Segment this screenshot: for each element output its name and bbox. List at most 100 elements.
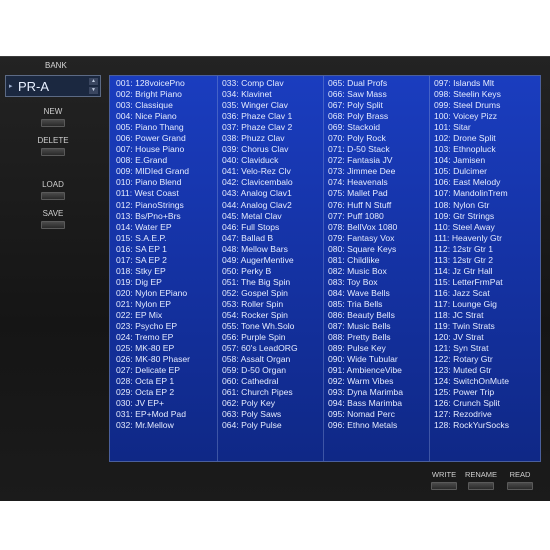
patch-item[interactable]: 116: Jazz Scat bbox=[429, 288, 534, 299]
patch-item[interactable]: 040: Claviduck bbox=[217, 155, 322, 166]
patch-item[interactable]: 068: Poly Brass bbox=[323, 111, 428, 122]
patch-item[interactable]: 016: SA EP 1 bbox=[111, 244, 216, 255]
patch-item[interactable]: 106: East Melody bbox=[429, 177, 534, 188]
patch-item[interactable]: 011: West Coast bbox=[111, 188, 216, 199]
patch-item[interactable]: 058: Assalt Organ bbox=[217, 354, 322, 365]
patch-item[interactable]: 122: Rotary Gtr bbox=[429, 354, 534, 365]
patch-item[interactable]: 014: Water EP bbox=[111, 222, 216, 233]
patch-item[interactable]: 048: Mellow Bars bbox=[217, 244, 322, 255]
patch-item[interactable]: 109: Gtr Strings bbox=[429, 211, 534, 222]
patch-item[interactable]: 033: Comp Clav bbox=[217, 78, 322, 89]
patch-item[interactable]: 063: Poly Saws bbox=[217, 409, 322, 420]
patch-item[interactable]: 100: Voicey Pizz bbox=[429, 111, 534, 122]
patch-item[interactable]: 051: The Big Spin bbox=[217, 277, 322, 288]
patch-item[interactable]: 034: Klavinet bbox=[217, 89, 322, 100]
patch-item[interactable]: 096: Ethno Metals bbox=[323, 420, 428, 431]
patch-item[interactable]: 061: Church Pipes bbox=[217, 387, 322, 398]
patch-item[interactable]: 024: Tremo EP bbox=[111, 332, 216, 343]
patch-item[interactable]: 121: Syn Strat bbox=[429, 343, 534, 354]
patch-item[interactable]: 073: Jimmee Dee bbox=[323, 166, 428, 177]
delete-button[interactable]: DELETE bbox=[8, 136, 98, 156]
patch-item[interactable]: 036: Phaze Clav 1 bbox=[217, 111, 322, 122]
read-button[interactable]: READ bbox=[498, 470, 542, 490]
patch-item[interactable]: 060: Cathedral bbox=[217, 376, 322, 387]
patch-item[interactable]: 039: Chorus Clav bbox=[217, 144, 322, 155]
load-button-cap[interactable] bbox=[41, 192, 65, 200]
patch-item[interactable]: 022: EP Mix bbox=[111, 310, 216, 321]
patch-item[interactable]: 072: Fantasia JV bbox=[323, 155, 428, 166]
patch-item[interactable]: 006: Power Grand bbox=[111, 133, 216, 144]
patch-item[interactable]: 112: 12str Gtr 1 bbox=[429, 244, 534, 255]
patch-item[interactable]: 001: 128voicePno bbox=[111, 78, 216, 89]
patch-item[interactable]: 089: Pulse Key bbox=[323, 343, 428, 354]
bank-selector[interactable]: ▸ PR-A ▲ ▼ bbox=[5, 75, 101, 97]
patch-item[interactable]: 002: Bright Piano bbox=[111, 89, 216, 100]
patch-item[interactable]: 092: Warm Vibes bbox=[323, 376, 428, 387]
delete-button-cap[interactable] bbox=[41, 148, 65, 156]
patch-item[interactable]: 005: Piano Thang bbox=[111, 122, 216, 133]
patch-item[interactable]: 032: Mr.Mellow bbox=[111, 420, 216, 431]
patch-item[interactable]: 079: Fantasy Vox bbox=[323, 233, 428, 244]
patch-item[interactable]: 010: Piano Blend bbox=[111, 177, 216, 188]
patch-item[interactable]: 124: SwitchOnMute bbox=[429, 376, 534, 387]
patch-item[interactable]: 050: Perky B bbox=[217, 266, 322, 277]
patch-item[interactable]: 047: Ballad B bbox=[217, 233, 322, 244]
patch-item[interactable]: 042: Clavicembalo bbox=[217, 177, 322, 188]
patch-item[interactable]: 057: 60's LeadORG bbox=[217, 343, 322, 354]
patch-item[interactable]: 119: Twin Strats bbox=[429, 321, 534, 332]
patch-item[interactable]: 066: Saw Mass bbox=[323, 89, 428, 100]
patch-item[interactable]: 114: Jz Gtr Hall bbox=[429, 266, 534, 277]
patch-item[interactable]: 023: Psycho EP bbox=[111, 321, 216, 332]
patch-item[interactable]: 055: Tone Wh.Solo bbox=[217, 321, 322, 332]
bank-down-icon[interactable]: ▼ bbox=[89, 87, 98, 94]
patch-item[interactable]: 070: Poly Rock bbox=[323, 133, 428, 144]
patch-item[interactable]: 104: Jamisen bbox=[429, 155, 534, 166]
patch-item[interactable]: 074: Heavenals bbox=[323, 177, 428, 188]
patch-item[interactable]: 086: Beauty Bells bbox=[323, 310, 428, 321]
patch-item[interactable]: 028: Octa EP 1 bbox=[111, 376, 216, 387]
patch-item[interactable]: 012: PianoStrings bbox=[111, 200, 216, 211]
patch-item[interactable]: 120: JV Strat bbox=[429, 332, 534, 343]
patch-item[interactable]: 021: Nylon EP bbox=[111, 299, 216, 310]
patch-item[interactable]: 013: Bs/Pno+Brs bbox=[111, 211, 216, 222]
patch-item[interactable]: 103: Ethnopluck bbox=[429, 144, 534, 155]
patch-item[interactable]: 043: Analog Clav1 bbox=[217, 188, 322, 199]
patch-item[interactable]: 107: MandolinTrem bbox=[429, 188, 534, 199]
patch-item[interactable]: 090: Wide Tubular bbox=[323, 354, 428, 365]
patch-item[interactable]: 115: LetterFrmPat bbox=[429, 277, 534, 288]
patch-item[interactable]: 029: Octa EP 2 bbox=[111, 387, 216, 398]
patch-item[interactable]: 025: MK-80 EP bbox=[111, 343, 216, 354]
load-button[interactable]: LOAD bbox=[8, 180, 98, 200]
bank-spinner[interactable]: ▲ ▼ bbox=[89, 78, 98, 94]
patch-item[interactable]: 056: Purple Spin bbox=[217, 332, 322, 343]
patch-item[interactable]: 098: Steelin Keys bbox=[429, 89, 534, 100]
patch-item[interactable]: 076: Huff N Stuff bbox=[323, 200, 428, 211]
patch-item[interactable]: 062: Poly Key bbox=[217, 398, 322, 409]
patch-item[interactable]: 045: Metal Clav bbox=[217, 211, 322, 222]
new-button-cap[interactable] bbox=[41, 119, 65, 127]
patch-item[interactable]: 087: Music Bells bbox=[323, 321, 428, 332]
patch-item[interactable]: 128: RockYurSocks bbox=[429, 420, 534, 431]
patch-item[interactable]: 126: Crunch Split bbox=[429, 398, 534, 409]
patch-item[interactable]: 091: AmbienceVibe bbox=[323, 365, 428, 376]
patch-item[interactable]: 041: Velo-Rez Clv bbox=[217, 166, 322, 177]
save-button-cap[interactable] bbox=[41, 221, 65, 229]
patch-item[interactable]: 035: Winger Clav bbox=[217, 100, 322, 111]
patch-item[interactable]: 054: Rocker Spin bbox=[217, 310, 322, 321]
patch-item[interactable]: 123: Muted Gtr bbox=[429, 365, 534, 376]
patch-item[interactable]: 067: Poly Split bbox=[323, 100, 428, 111]
patch-item[interactable]: 046: Full Stops bbox=[217, 222, 322, 233]
patch-item[interactable]: 084: Wave Bells bbox=[323, 288, 428, 299]
patch-item[interactable]: 078: BellVox 1080 bbox=[323, 222, 428, 233]
patch-item[interactable]: 077: Puff 1080 bbox=[323, 211, 428, 222]
patch-item[interactable]: 017: SA EP 2 bbox=[111, 255, 216, 266]
save-button[interactable]: SAVE bbox=[8, 209, 98, 229]
patch-item[interactable]: 081: Childlike bbox=[323, 255, 428, 266]
patch-item[interactable]: 044: Analog Clav2 bbox=[217, 200, 322, 211]
patch-item[interactable]: 018: Stky EP bbox=[111, 266, 216, 277]
patch-item[interactable]: 118: JC Strat bbox=[429, 310, 534, 321]
patch-item[interactable]: 004: Nice Piano bbox=[111, 111, 216, 122]
patch-item[interactable]: 030: JV EP+ bbox=[111, 398, 216, 409]
bank-up-icon[interactable]: ▲ bbox=[89, 78, 98, 85]
patch-item[interactable]: 101: Sitar bbox=[429, 122, 534, 133]
